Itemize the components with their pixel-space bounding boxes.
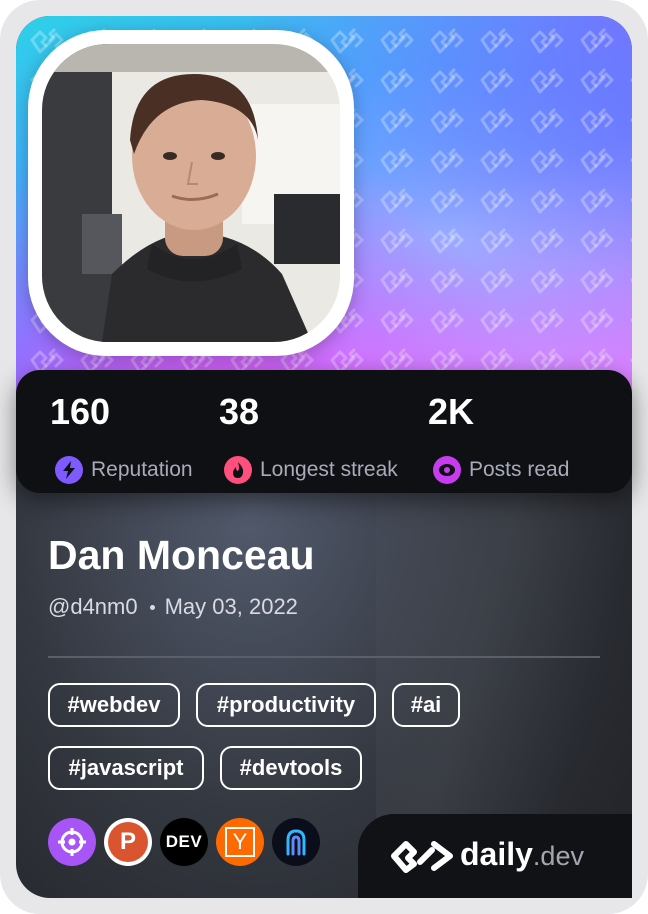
- dev-to-source-icon[interactable]: DEV: [160, 818, 208, 866]
- stat-longest-streak: 38 Longest streak: [219, 390, 398, 484]
- divider: [48, 656, 600, 658]
- brand-suffix: .dev: [532, 841, 584, 871]
- tag-javascript[interactable]: #javascript: [48, 746, 204, 790]
- flame-icon: [224, 456, 252, 484]
- brand-wordmark: daily.dev: [460, 834, 584, 876]
- separator-dot: [149, 604, 155, 610]
- product-hunt-letter: P: [108, 822, 148, 862]
- stat-value: 2K: [428, 391, 475, 432]
- tag-productivity[interactable]: #productivity: [196, 683, 376, 727]
- stat-label: Posts read: [469, 458, 570, 481]
- tag-ai[interactable]: #ai: [392, 683, 460, 727]
- stat-posts-read: 2K Posts read: [428, 390, 569, 484]
- avatar[interactable]: [28, 30, 354, 356]
- tag-webdev[interactable]: #webdev: [48, 683, 180, 727]
- lightning-icon: [55, 456, 83, 484]
- stat-label: Longest streak: [260, 458, 398, 481]
- join-date: May 03, 2022: [164, 594, 298, 619]
- stats-panel: 160 Reputation 38 Longest streak 2K Post…: [16, 370, 632, 493]
- arch-source-icon[interactable]: [272, 818, 320, 866]
- hacker-news-source-icon[interactable]: Y: [216, 818, 264, 866]
- eye-icon: [433, 456, 461, 484]
- tag-devtools[interactable]: #devtools: [220, 746, 362, 790]
- profile-handle[interactable]: @d4nm0: [48, 594, 138, 620]
- brand-footer: daily.dev: [358, 814, 632, 898]
- stat-value: 38: [219, 391, 260, 432]
- avatar-photo: [42, 44, 340, 342]
- stat-value: 160: [50, 391, 111, 432]
- profile-card: 160 Reputation 38 Longest streak 2K Post…: [0, 0, 648, 914]
- profile-meta: @d4nm0 May 03, 2022: [48, 594, 298, 620]
- daily-dev-logo-icon: [391, 841, 453, 873]
- crosshair-source-icon[interactable]: [48, 818, 96, 866]
- hacker-news-letter: Y: [225, 827, 255, 857]
- brand-name: daily: [460, 836, 533, 872]
- profile-name: Dan Monceau: [48, 532, 315, 578]
- product-hunt-source-icon[interactable]: P: [104, 818, 152, 866]
- stat-label: Reputation: [91, 458, 193, 481]
- stat-reputation: 160 Reputation: [50, 390, 193, 484]
